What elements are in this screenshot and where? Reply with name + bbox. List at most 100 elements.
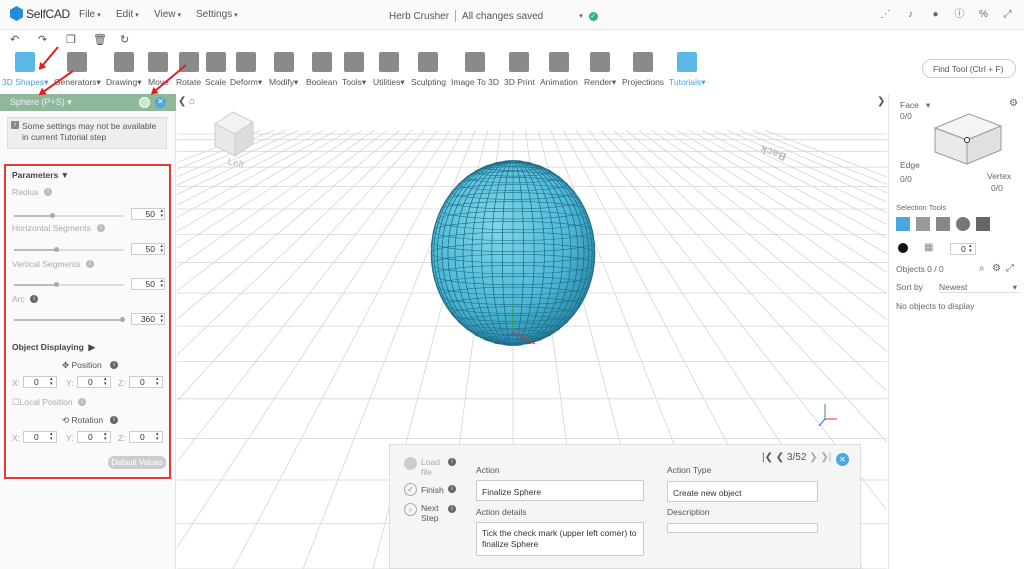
expand-icon[interactable]: ⤢	[1006, 263, 1014, 274]
tool-modify[interactable]: Modify▾	[269, 50, 298, 88]
color-dot-icon[interactable]	[898, 243, 908, 253]
object-displaying-header[interactable]: Object Displaying ▶	[12, 342, 95, 353]
collapse-right-icon[interactable]: ❯	[877, 96, 885, 107]
last-step-icon[interactable]: ❯|	[820, 452, 831, 463]
search-icon[interactable]: ⌕	[979, 263, 985, 274]
tutorial-notice: i Some settings may not be available in …	[7, 117, 167, 149]
app-name: SelfCAD	[26, 6, 70, 21]
undo-icon[interactable]: ↶	[10, 33, 19, 46]
rotation-z-input[interactable]: 0	[129, 431, 163, 443]
selection-value-input[interactable]: 0	[950, 243, 976, 255]
check-icon: ✓	[588, 11, 598, 21]
finalize-check-button[interactable]	[139, 97, 150, 108]
tool-sculpting[interactable]: Sculpting	[411, 50, 446, 87]
default-values-button[interactable]: Default Values	[108, 456, 166, 469]
tool-tools[interactable]: Tools▾	[342, 50, 366, 88]
info-icon[interactable]: ⓘ	[954, 9, 965, 20]
info-icon[interactable]: i	[448, 505, 456, 513]
home-icon[interactable]: ⌂	[189, 96, 195, 107]
gear-icon[interactable]: ⚙	[992, 263, 1001, 274]
menu-edit[interactable]: Edit	[116, 9, 139, 20]
parameters-highlight: Parameters ▼ Radius i 50 Horizontal Segm…	[4, 164, 171, 479]
local-position-checkbox[interactable]: ☐Local Position	[12, 397, 73, 408]
menu-settings[interactable]: Settings	[196, 9, 238, 20]
tool-boolean[interactable]: Boolean	[306, 50, 337, 87]
prev-step-icon[interactable]: ❮	[776, 452, 784, 463]
first-step-icon[interactable]: |❮	[762, 452, 773, 463]
tool-utilities[interactable]: Utilities▾	[373, 50, 405, 88]
next-step-icon[interactable]: ❯	[809, 452, 817, 463]
close-icon[interactable]: ✕	[155, 97, 166, 108]
position-label: ✥ Position	[62, 360, 102, 370]
info-icon[interactable]: i	[448, 458, 456, 466]
find-tool-input[interactable]: Find Tool (Ctrl + F)	[922, 59, 1016, 78]
collapse-left-icon[interactable]: ❮	[178, 96, 186, 107]
face-label[interactable]: Face ▾	[900, 100, 930, 111]
info-icon[interactable]: i	[97, 224, 105, 232]
tool-image-to-3d[interactable]: Image To 3D	[451, 50, 499, 87]
info-icon[interactable]: i	[86, 260, 94, 268]
share-icon[interactable]: ⋰	[880, 9, 891, 20]
info-icon[interactable]: i	[30, 295, 38, 303]
select-all-icon[interactable]	[976, 217, 990, 231]
user-icon[interactable]: ●	[930, 9, 941, 20]
tool-render[interactable]: Render▾	[584, 50, 616, 88]
vertex-label[interactable]: Vertex	[987, 171, 1011, 181]
sort-select[interactable]: Newest ▾	[939, 282, 1019, 293]
info-icon[interactable]: i	[110, 361, 118, 369]
info-icon[interactable]: i	[44, 188, 52, 196]
copy-icon[interactable]: ❐	[66, 33, 76, 46]
tutorials-icon	[677, 52, 698, 72]
tool-projections[interactable]: Projections	[622, 50, 664, 87]
percent-icon[interactable]: %	[978, 9, 989, 20]
arc-input[interactable]: 360	[131, 313, 165, 325]
parameters-header[interactable]: Parameters ▼	[12, 170, 69, 180]
check-icon: ✓	[404, 483, 417, 496]
info-icon[interactable]: i	[110, 416, 118, 424]
info-icon[interactable]: i	[78, 398, 86, 406]
expand-icon[interactable]: ⤢	[1002, 9, 1013, 20]
tool-tutorials[interactable]: Tutorials▾	[669, 50, 706, 88]
select-vertex-icon[interactable]	[956, 217, 970, 231]
select-object-icon[interactable]	[896, 217, 910, 231]
bell-icon[interactable]: ♪	[905, 9, 916, 20]
menu-view[interactable]: View	[154, 9, 181, 20]
vertical-segments-input[interactable]: 50	[131, 278, 165, 290]
trash-icon[interactable]: 🗑	[93, 33, 107, 46]
tool-drawing[interactable]: Drawing▾	[106, 50, 141, 88]
tool-3d-print[interactable]: 3D Print	[504, 50, 535, 87]
app-logo[interactable]: SelfCAD	[10, 6, 70, 21]
info-icon[interactable]: i	[448, 485, 456, 493]
tool-deform[interactable]: Deform▾	[230, 50, 262, 88]
x-label: X:	[12, 433, 21, 443]
gear-icon[interactable]: ⚙	[1009, 98, 1018, 109]
menu-file[interactable]: File	[79, 9, 101, 20]
tool-generators[interactable]: Generators▾	[54, 50, 101, 88]
position-x-input[interactable]: 0	[23, 376, 57, 388]
reset-icon[interactable]: ↻	[120, 33, 129, 46]
selection-mode-cube[interactable]	[929, 106, 1009, 166]
select-edge-icon[interactable]	[936, 217, 950, 231]
chevron-down-icon[interactable]: ▾	[579, 12, 583, 20]
pattern-icon[interactable]: ▦	[924, 242, 933, 253]
radius-label: Radius	[12, 187, 39, 197]
modify-icon	[273, 52, 294, 72]
redo-icon[interactable]: ↷	[38, 33, 47, 46]
radius-input[interactable]: 50	[131, 208, 165, 220]
project-name[interactable]: Herb Crusher	[389, 11, 449, 22]
arc-slider[interactable]	[14, 317, 125, 322]
position-z-input[interactable]: 0	[129, 376, 163, 388]
close-icon[interactable]: ✕	[836, 453, 849, 466]
horizontal-segments-input[interactable]: 50	[131, 243, 165, 255]
sort-by-label: Sort by	[896, 282, 923, 292]
position-y-input[interactable]: 0	[77, 376, 111, 388]
horizontal-segments-slider[interactable]	[14, 247, 124, 252]
rotation-x-input[interactable]: 0	[23, 431, 57, 443]
radius-slider[interactable]	[14, 213, 124, 218]
rotation-y-input[interactable]: 0	[77, 431, 111, 443]
tool-scale[interactable]: Scale	[205, 50, 226, 87]
edge-label[interactable]: Edge	[900, 160, 920, 170]
vertical-segments-slider[interactable]	[14, 282, 124, 287]
select-face-icon[interactable]	[916, 217, 930, 231]
tool-animation[interactable]: Animation	[540, 50, 578, 87]
